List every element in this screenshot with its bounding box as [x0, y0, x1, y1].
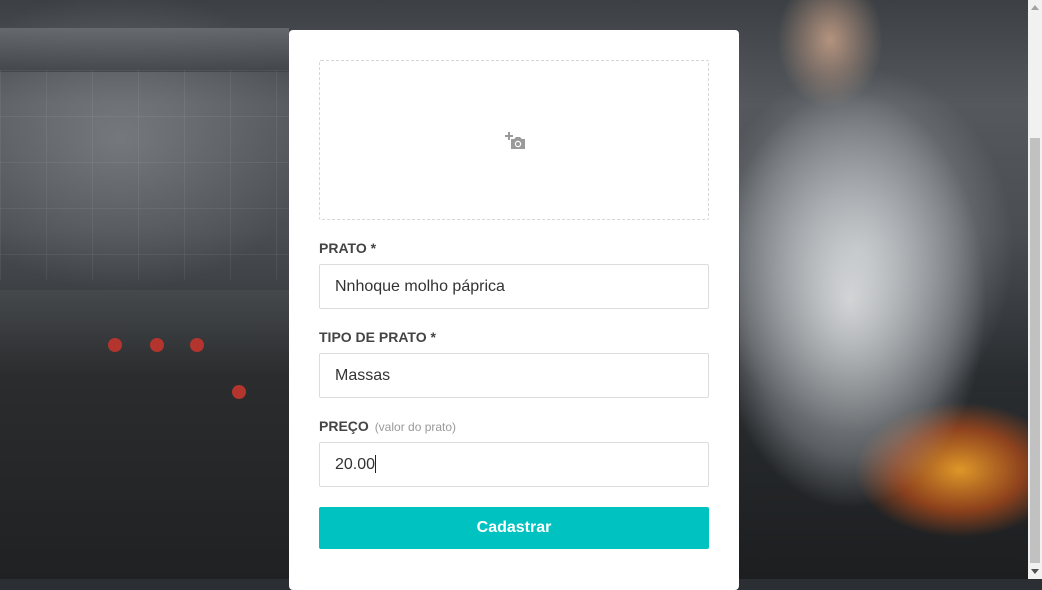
- prato-label: PRATO *: [319, 240, 377, 256]
- add-photo-icon: [505, 132, 525, 149]
- preco-label-row: PREÇO (valor do prato): [319, 418, 456, 434]
- text-caret: [375, 455, 376, 473]
- preco-input[interactable]: [319, 442, 709, 487]
- chef-photo: [740, 0, 1028, 579]
- scrollbar[interactable]: [1028, 0, 1042, 579]
- tipo-prato-label: TIPO DE PRATO *: [319, 329, 436, 345]
- preco-hint: (valor do prato): [374, 420, 457, 434]
- preco-label: PREÇO: [319, 418, 369, 434]
- stove-knob: [232, 385, 246, 399]
- stove-knob: [108, 338, 122, 352]
- scroll-down-icon[interactable]: [1031, 569, 1039, 574]
- tipo-prato-input[interactable]: [319, 353, 709, 398]
- stove-knob: [150, 338, 164, 352]
- stove-knob: [190, 338, 204, 352]
- kitchen-stove: [0, 290, 289, 579]
- scroll-thumb[interactable]: [1030, 138, 1040, 563]
- kitchen-hood: [0, 28, 289, 72]
- scroll-up-icon[interactable]: [1031, 5, 1039, 10]
- dish-form-card: PRATO * TIPO DE PRATO * PREÇO (valor do …: [289, 30, 739, 590]
- cadastrar-button[interactable]: Cadastrar: [319, 507, 709, 549]
- kitchen-tiles: [0, 70, 289, 280]
- photo-upload-area[interactable]: [319, 60, 709, 220]
- prato-input[interactable]: [319, 264, 709, 309]
